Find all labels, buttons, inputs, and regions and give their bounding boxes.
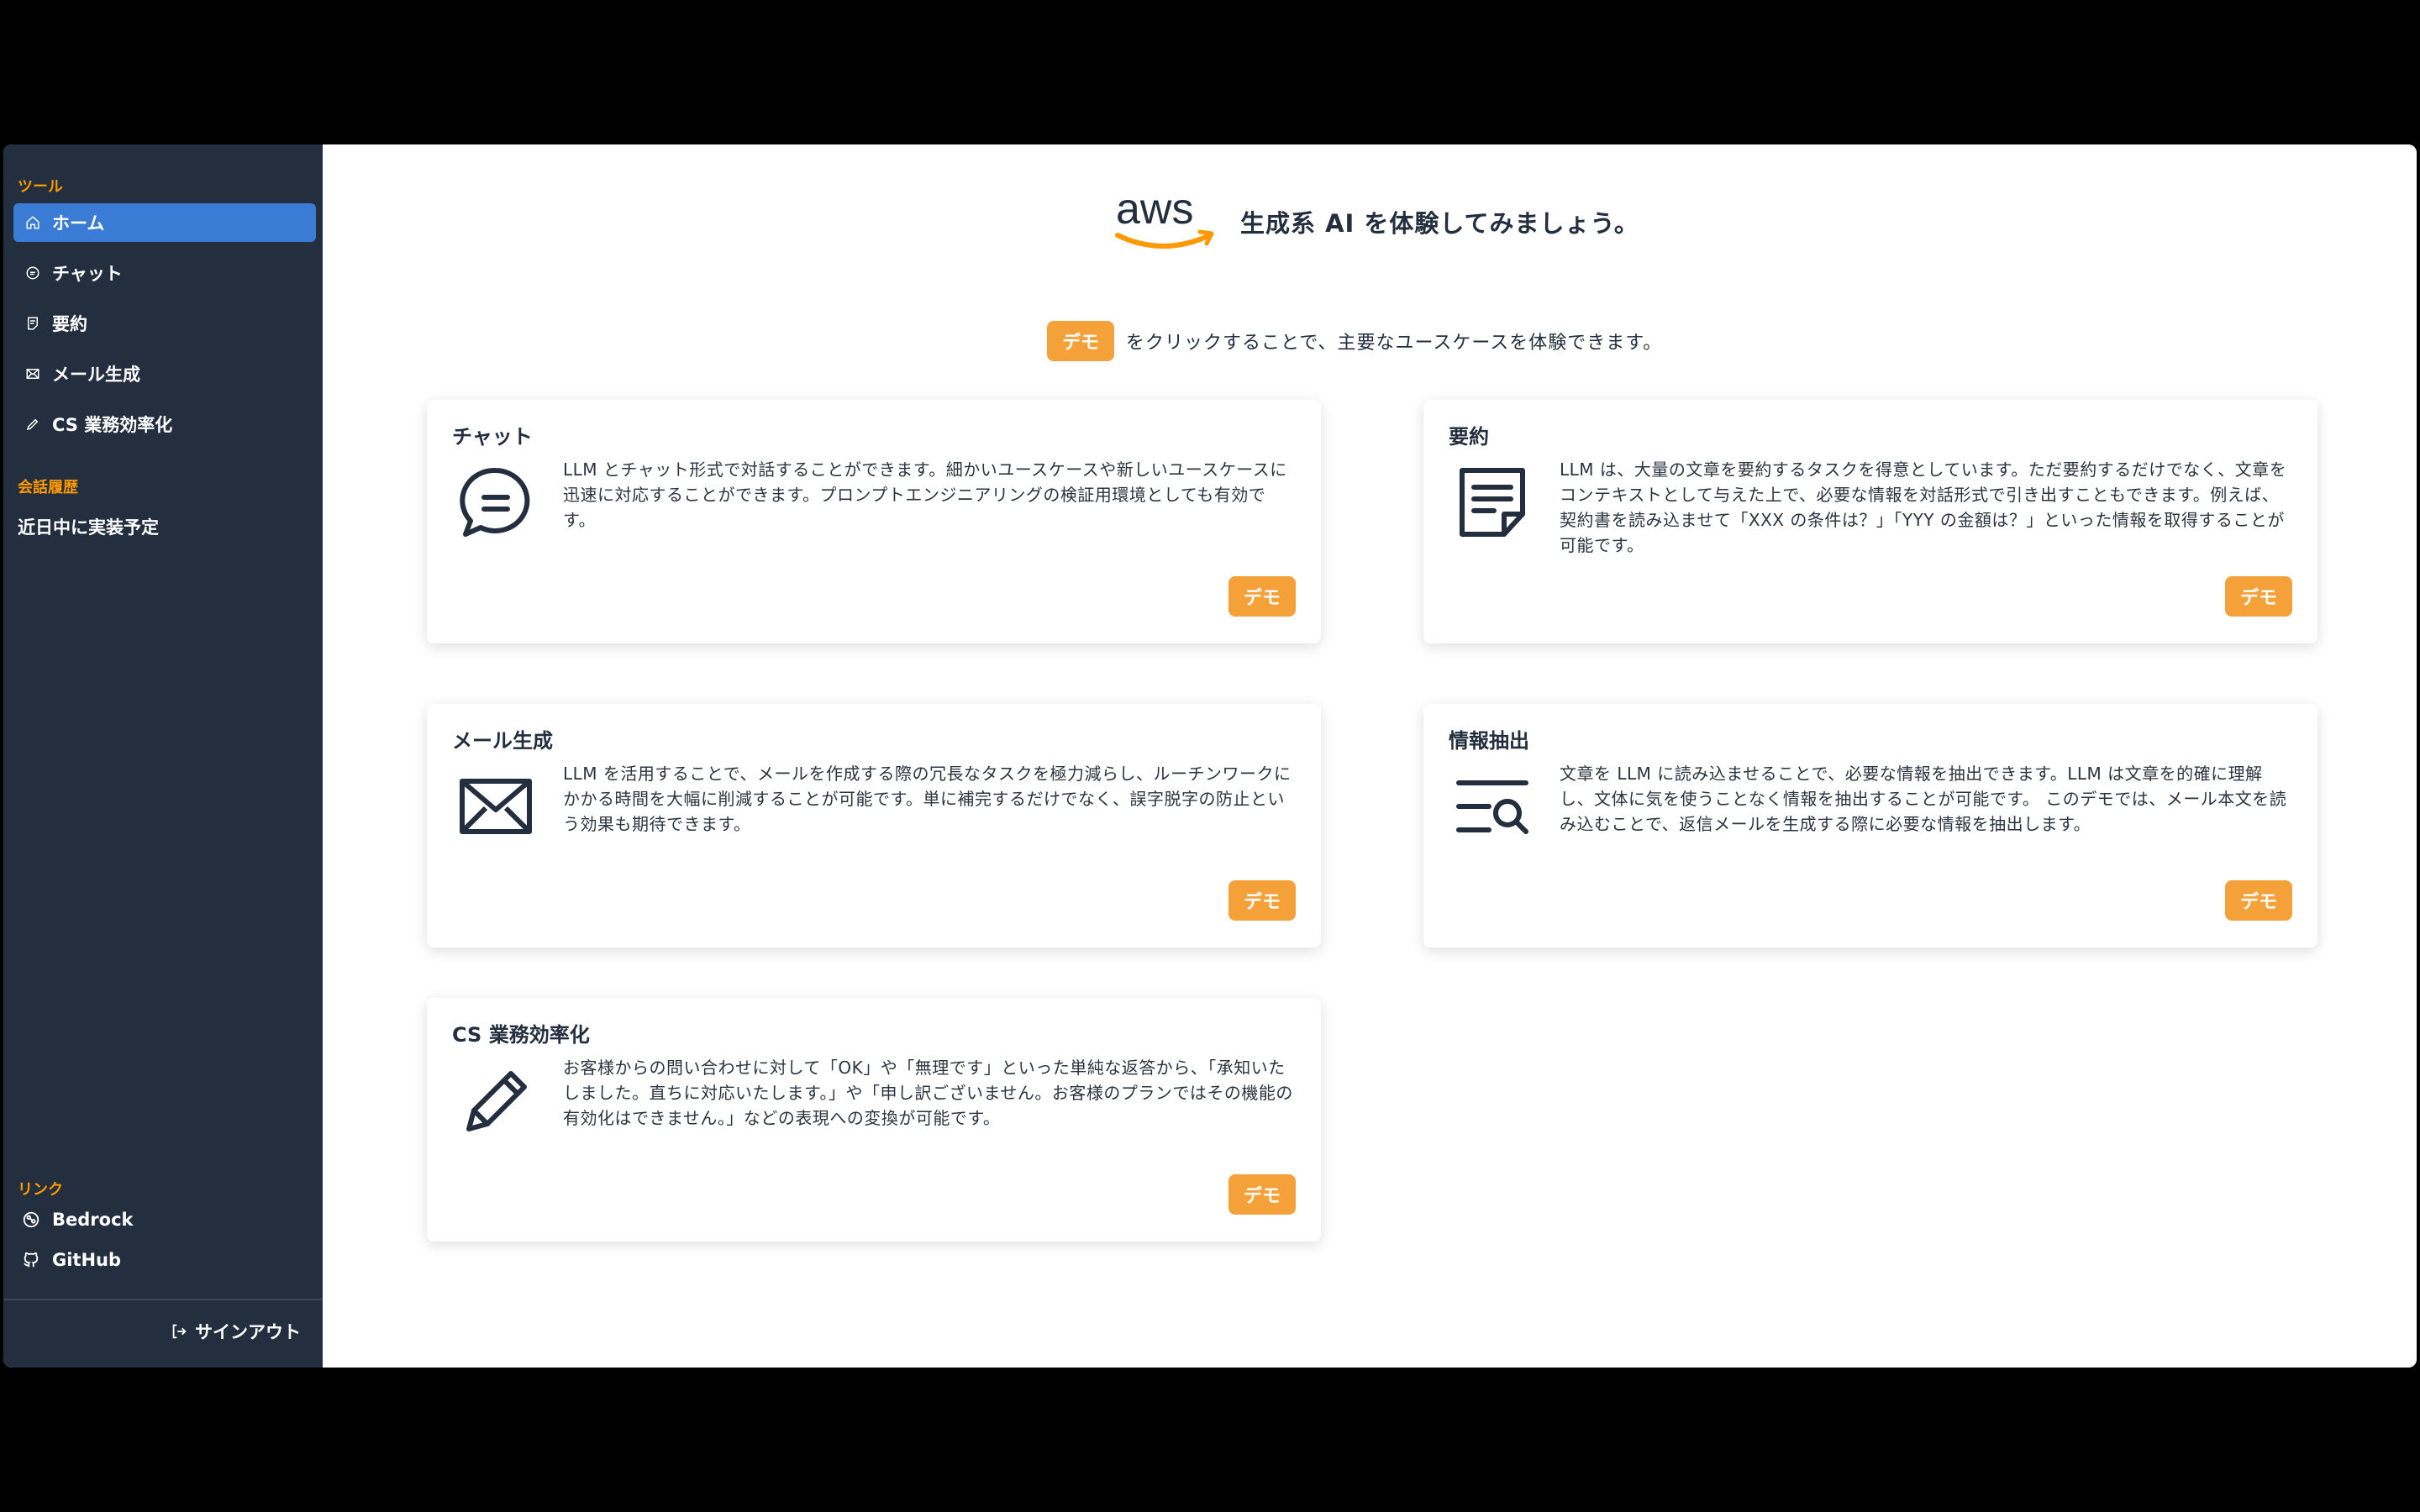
sidebar-item-cs[interactable]: CS 業務効率化 (13, 405, 316, 444)
signout-button[interactable]: サインアウト (170, 1319, 301, 1344)
card-description: お客様からの問い合わせに対して「OK」や「無理です」といった単純な返答から、「承… (563, 1058, 1293, 1128)
chat-bubble-icon (457, 464, 534, 541)
sidebar-item-summary[interactable]: 要約 (13, 304, 316, 343)
sidebar: ツール ホーム チャット 要約 メール生成 CS 業務効率化 会話履歴 近日中に… (3, 144, 323, 1368)
signout-icon (172, 1324, 187, 1339)
aws-logo-text: aws (1116, 186, 1193, 234)
sidebar-item-label: ホーム (52, 213, 105, 234)
sidebar-item-label: メール生成 (52, 365, 140, 385)
demo-button-chat[interactable]: デモ (1228, 576, 1296, 617)
link-label: GitHub (52, 1250, 122, 1270)
link-label: Bedrock (52, 1210, 134, 1230)
intro: デモ をクリックすることで、主要なユースケースを体験できます。 (1047, 321, 1662, 361)
demo-button-mail[interactable]: デモ (1228, 880, 1296, 921)
card-title: CS 業務効率化 (452, 1023, 590, 1047)
chat-icon (25, 265, 40, 281)
github-icon (22, 1251, 40, 1269)
card-description: LLM を活用することで、メールを作成する際の冗長なタスクを極力減らし、ルーチン… (563, 764, 1292, 834)
demo-button-summary[interactable]: デモ (2224, 576, 2292, 617)
main-content: aws 生成系 AI を体験してみましょう。 デモ をクリックすることで、主要な… (323, 144, 2417, 1368)
card-description: LLM とチャット形式で対話することができます。細かいユースケースや新しいユース… (563, 459, 1287, 530)
card-chat: チャット LLM とチャット形式で対話することができます。細かいユースケースや新… (427, 400, 1321, 643)
history-section-label: 会話履歴 (18, 479, 78, 496)
sidebar-item-home[interactable]: ホーム (13, 203, 316, 242)
text-search-icon (1454, 768, 1531, 845)
aws-logo-icon: aws (1115, 186, 1214, 249)
card-description: LLM は、大量の文章を要約するタスクを得意としています。ただ要約するだけでなく… (1560, 459, 2287, 555)
envelope-icon (457, 768, 534, 845)
mail-icon (25, 366, 40, 381)
page-header: aws 生成系 AI を体験してみましょう。 (1113, 186, 1639, 257)
sidebar-item-chat[interactable]: チャット (13, 254, 316, 292)
demo-button-cs[interactable]: デモ (1228, 1174, 1296, 1215)
home-icon (25, 215, 40, 230)
sidebar-item-label: 要約 (52, 314, 87, 334)
card-description: 文章を LLM に読み込ませることで、必要な情報を抽出できます。LLM は文章を… (1560, 764, 2287, 834)
intro-text: をクリックすることで、主要なユースケースを体験できます。 (1126, 333, 1663, 354)
sidebar-item-label: チャット (52, 264, 123, 284)
intro-demo-badge: デモ (1047, 321, 1115, 361)
card-title: チャット (452, 425, 533, 449)
pencil-icon (25, 417, 40, 432)
tools-section-label: ツール (18, 178, 63, 196)
summary-icon (25, 316, 40, 331)
demo-button-extraction[interactable]: デモ (2224, 880, 2292, 921)
card-title: メール生成 (452, 729, 553, 753)
sidebar-item-mail[interactable]: メール生成 (13, 354, 316, 393)
page-title: 生成系 AI を体験してみましょう。 (1240, 209, 1639, 238)
link-github[interactable]: GitHub (22, 1250, 121, 1270)
sidebar-item-label: CS 業務効率化 (52, 415, 173, 435)
signout-label: サインアウト (195, 1322, 301, 1342)
history-placeholder: 近日中に実装予定 (18, 517, 159, 538)
card-cs: CS 業務効率化 お客様からの問い合わせに対して「OK」や「無理です」といった単… (427, 998, 1321, 1242)
links-section-label: リンク (18, 1181, 63, 1199)
card-mail: メール生成 LLM を活用することで、メールを作成する際の冗長なタスクを極力減ら… (427, 704, 1321, 948)
card-extraction: 情報抽出 文章を LLM に読み込ませることで、必要な情報を抽出できます。LLM… (1423, 704, 2317, 948)
document-icon (1454, 464, 1531, 541)
sidebar-divider (3, 1299, 323, 1300)
bedrock-icon (22, 1210, 40, 1229)
card-title: 情報抽出 (1449, 729, 1529, 753)
link-bedrock[interactable]: Bedrock (22, 1210, 133, 1230)
pencil-large-icon (457, 1062, 534, 1139)
app-window: ツール ホーム チャット 要約 メール生成 CS 業務効率化 会話履歴 近日中に… (3, 144, 2417, 1368)
card-summary: 要約 LLM は、大量の文章を要約するタスクを得意としています。ただ要約するだけ… (1423, 400, 2317, 643)
card-title: 要約 (1449, 425, 1489, 449)
